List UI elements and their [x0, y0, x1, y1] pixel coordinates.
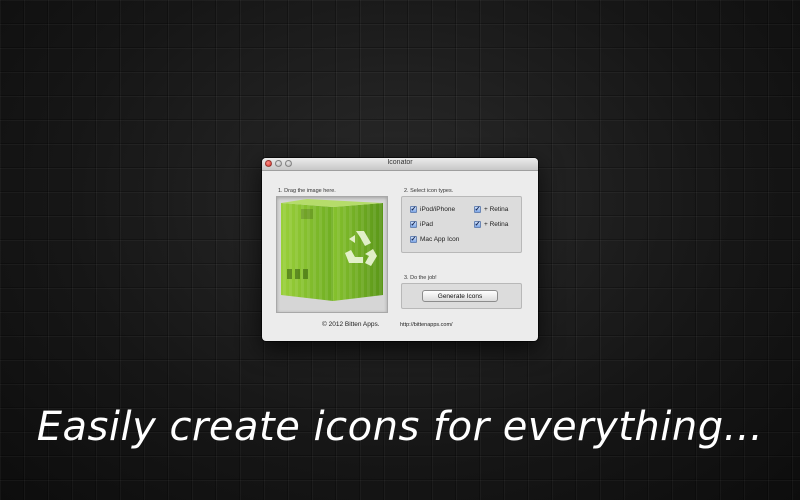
icon-types-label: 2. Select icon types. [404, 188, 454, 194]
option-ipad[interactable]: ✓ iPad [410, 221, 433, 228]
option-mac-app-icon[interactable]: ✓ Mac App Icon [410, 236, 459, 243]
ipod-iphone-checkbox[interactable]: ✓ [410, 206, 417, 213]
ipad-label: iPad [420, 221, 434, 228]
iphone-retina-checkbox[interactable]: ✓ [474, 206, 481, 213]
ipod-iphone-label: iPod/iPhone [420, 206, 456, 213]
ipad-checkbox[interactable]: ✓ [410, 221, 417, 228]
option-ipad-retina[interactable]: ✓ + Retina [474, 221, 508, 228]
copyright-text: © 2012 Bitten Apps. [322, 321, 380, 328]
ipad-retina-label: + Retina [484, 221, 509, 228]
image-drop-well[interactable] [276, 196, 388, 313]
drop-section-label: 1. Drag the image here. [278, 188, 336, 194]
iconator-window: Iconator 1. Drag the image here. 2. Sele… [262, 158, 538, 341]
recycle-box-icon [281, 199, 383, 301]
mac-app-icon-label: Mac App Icon [420, 236, 460, 243]
icon-types-panel: ✓ iPod/iPhone ✓ + Retina ✓ iPad ✓ + Reti… [401, 196, 522, 253]
generate-icons-button[interactable]: Generate Icons [422, 290, 498, 302]
mac-app-icon-checkbox[interactable]: ✓ [410, 236, 417, 243]
action-section-label: 3. Do the job! [404, 275, 437, 281]
website-link[interactable]: http://bittenapps.com/ [400, 322, 453, 328]
iphone-retina-label: + Retina [484, 206, 509, 213]
promo-headline: Easily create icons for everything... [36, 404, 764, 450]
ipad-retina-checkbox[interactable]: ✓ [474, 221, 481, 228]
option-iphone-retina[interactable]: ✓ + Retina [474, 206, 508, 213]
title-bar[interactable]: Iconator [262, 158, 538, 171]
option-ipod-iphone[interactable]: ✓ iPod/iPhone [410, 206, 455, 213]
window-title: Iconator [387, 159, 413, 166]
